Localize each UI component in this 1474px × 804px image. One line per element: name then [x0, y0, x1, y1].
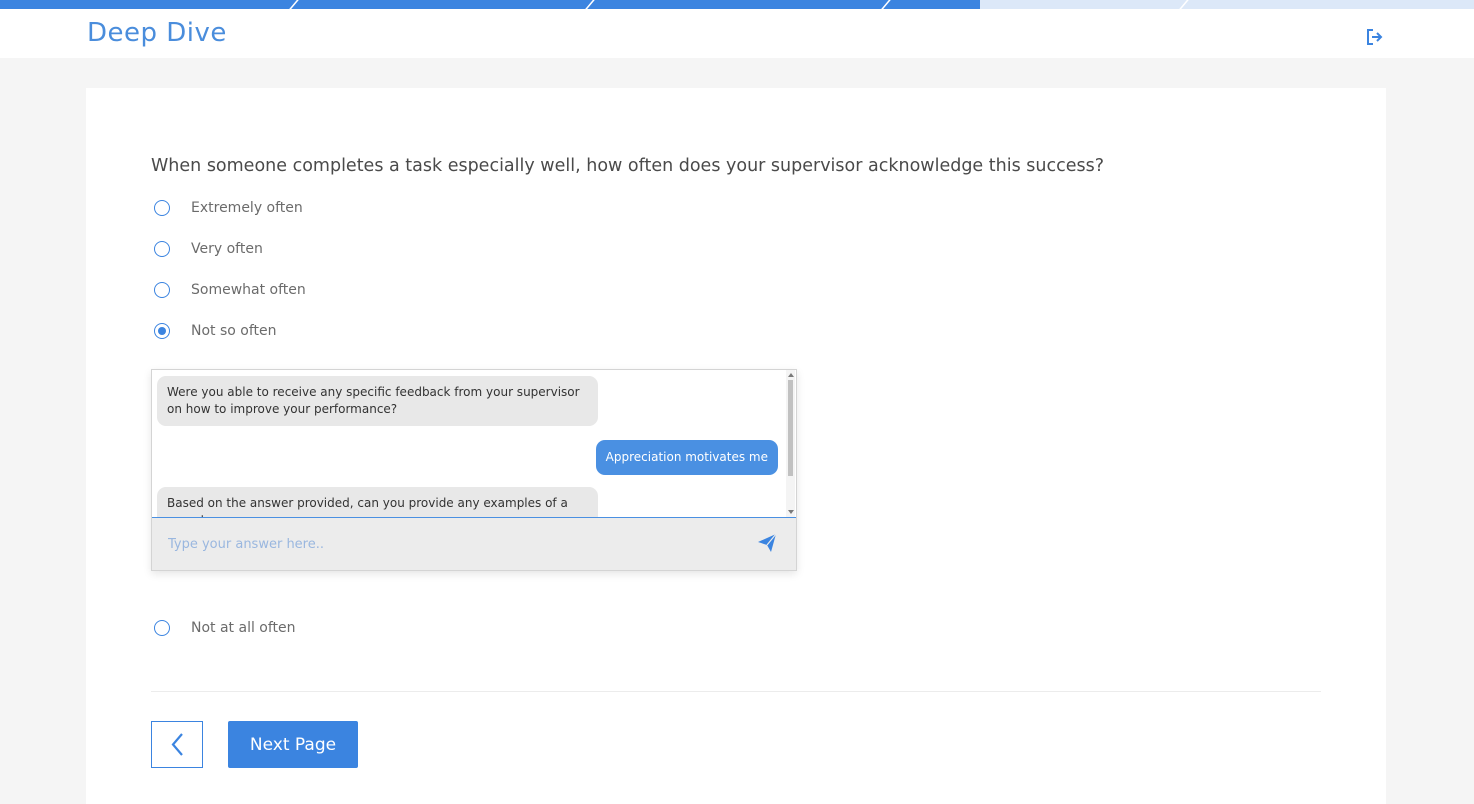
option-extremely-often[interactable]: Extremely often: [154, 197, 454, 219]
option-not-so-often[interactable]: Not so often: [154, 320, 454, 342]
progress-fill: [0, 0, 980, 9]
option-label: Not at all often: [191, 620, 296, 636]
option-label: Extremely often: [191, 200, 303, 216]
question-text: When someone completes a task especially…: [151, 156, 1104, 176]
send-icon[interactable]: [757, 533, 777, 553]
next-page-button[interactable]: Next Page: [228, 721, 358, 768]
back-button[interactable]: [151, 721, 203, 768]
scroll-down-arrow-icon[interactable]: [788, 510, 794, 514]
bot-message: Based on the answer provided, can you pr…: [157, 487, 598, 517]
radio-button[interactable]: [154, 282, 170, 298]
option-label: Very often: [191, 241, 263, 257]
option-label: Somewhat often: [191, 282, 306, 298]
radio-button[interactable]: [154, 200, 170, 216]
user-message: Appreciation motivates me: [595, 440, 778, 475]
logout-icon[interactable]: [1364, 27, 1384, 47]
chat-panel: Were you able to receive any specific fe…: [151, 369, 797, 571]
progress-bar: [0, 0, 1474, 9]
divider: [151, 691, 1321, 692]
radio-button[interactable]: [154, 620, 170, 636]
option-label: Not so often: [191, 323, 277, 339]
progress-separator: [1177, 0, 1191, 9]
scroll-up-arrow-icon[interactable]: [788, 373, 794, 377]
header: Deep Dive: [0, 9, 1474, 58]
option-not-at-all-often[interactable]: Not at all often: [154, 617, 454, 639]
bot-message: Were you able to receive any specific fe…: [157, 376, 598, 426]
scroll-thumb[interactable]: [788, 380, 793, 476]
chat-input-row: [152, 517, 796, 570]
chat-answer-input[interactable]: [166, 531, 730, 557]
radio-button[interactable]: [154, 241, 170, 257]
chat-messages[interactable]: Were you able to receive any specific fe…: [152, 370, 786, 517]
option-very-often[interactable]: Very often: [154, 238, 454, 260]
survey-card: When someone completes a task especially…: [86, 88, 1386, 804]
app-title: Deep Dive: [87, 18, 227, 48]
radio-button-selected[interactable]: [154, 323, 170, 339]
option-somewhat-often[interactable]: Somewhat often: [154, 279, 454, 301]
chat-scrollbar[interactable]: [786, 370, 795, 517]
chevron-left-icon: [171, 733, 183, 756]
